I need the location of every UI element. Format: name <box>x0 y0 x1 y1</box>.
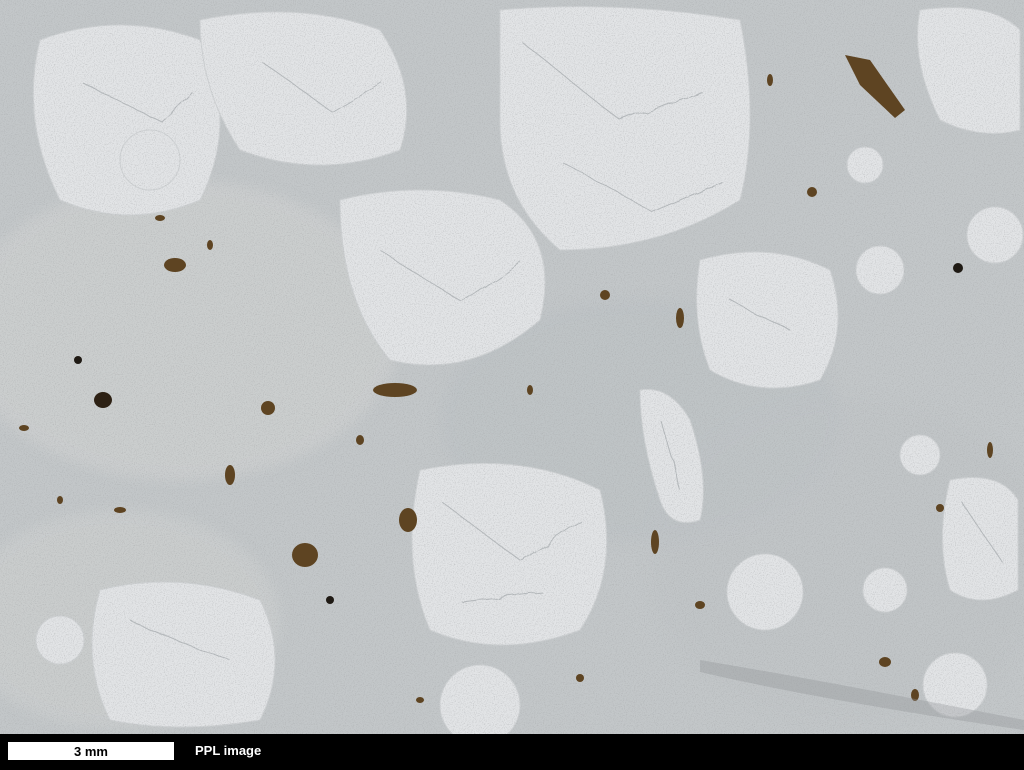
thin-section-figure: 3 mm PPL image <box>0 0 1024 770</box>
thin-section-micrograph <box>0 0 1024 734</box>
scale-bar: 3 mm <box>8 742 174 760</box>
image-caption: PPL image <box>195 743 262 758</box>
scale-bar-label: 3 mm <box>74 743 108 759</box>
footer-bar: 3 mm PPL image <box>0 734 1024 770</box>
groundmass-texture <box>0 0 1024 734</box>
